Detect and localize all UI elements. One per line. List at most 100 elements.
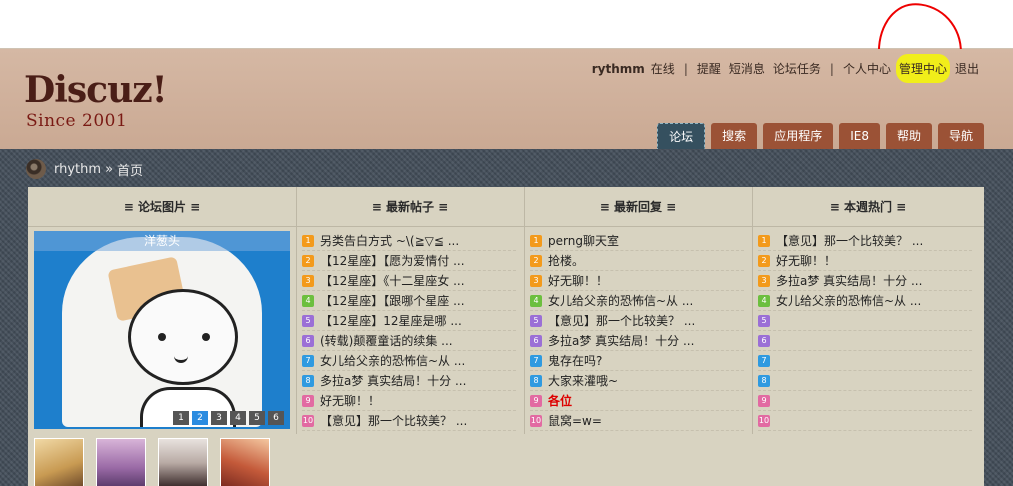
rank-10-icon: 10 xyxy=(302,414,314,427)
list-item: 3 多拉a梦 真实结局！十分 ... xyxy=(758,271,972,291)
list-item: 6 多拉a梦 真实结局！十分 ... xyxy=(530,331,744,351)
carousel-page[interactable]: 5 xyxy=(249,411,265,425)
messages-link[interactable]: 短消息 xyxy=(729,60,765,77)
image-thumbnails xyxy=(34,438,282,486)
username-link[interactable]: rythmm xyxy=(592,62,645,76)
breadcrumb-current: 首页 xyxy=(117,163,144,179)
top-blank-area xyxy=(0,0,1013,49)
rank-7-icon: 7 xyxy=(758,354,770,367)
rank-2-icon: 2 xyxy=(302,254,314,267)
main-nav: 论坛 搜索 应用程序 IE8 帮助 导航 xyxy=(651,123,984,149)
rank-6-icon: 6 xyxy=(530,334,542,347)
header-forum-images: ≡ 论坛图片 ≡ xyxy=(28,187,296,227)
rank-10-icon: 10 xyxy=(530,414,542,427)
tab-search[interactable]: 搜索 xyxy=(711,123,758,149)
rank-7-icon: 7 xyxy=(302,354,314,367)
carousel-page-active[interactable]: 2 xyxy=(192,411,208,425)
rank-8-icon: 8 xyxy=(758,374,770,387)
online-status[interactable]: 在线 xyxy=(651,60,675,77)
admin-center-link[interactable]: 管理中心 xyxy=(895,54,950,83)
logout-link[interactable]: 退出 xyxy=(955,60,979,77)
rank-2-icon: 2 xyxy=(758,254,770,267)
list-item: 4 女儿给父亲的恐怖信~从 ... xyxy=(530,291,744,311)
carousel-caption[interactable]: 洋葱头 xyxy=(34,231,290,251)
rank-1-icon: 1 xyxy=(758,234,770,247)
header-hot: ≡ 本週热门 ≡ xyxy=(752,187,984,227)
list-item: 7 xyxy=(758,351,972,371)
list-item: 9 好无聊！！ xyxy=(302,391,516,411)
tab-help[interactable]: 帮助 xyxy=(885,123,932,149)
rank-6-icon: 6 xyxy=(302,334,314,347)
rank-1-icon: 1 xyxy=(302,234,314,247)
user-bar: rythmm 在线 | 提醒 短消息 论坛任务 | 个人中心 管理中心 退出 xyxy=(592,54,979,83)
thumbnail-image[interactable] xyxy=(220,438,270,486)
carousel-page[interactable]: 1 xyxy=(173,411,189,425)
list-item: 5 xyxy=(758,311,972,331)
list-item: 2 好无聊！！ xyxy=(758,251,972,271)
thumbnail-image[interactable] xyxy=(158,438,208,486)
tab-forum[interactable]: 论坛 xyxy=(657,123,706,149)
tab-ie8[interactable]: IE8 xyxy=(839,123,880,149)
rank-4-icon: 4 xyxy=(530,294,542,307)
rank-9-icon: 9 xyxy=(758,394,770,407)
rank-8-icon: 8 xyxy=(530,374,542,387)
rank-3-icon: 3 xyxy=(758,274,770,287)
list-item: 8 大家来灌哦~ xyxy=(530,371,744,391)
portal-panel: ≡ 论坛图片 ≡ ≡ 最新帖子 ≡ ≡ 最新回复 ≡ ≡ 本週热门 ≡ 洋葱头 … xyxy=(28,187,984,486)
list-item: 4 【12星座】【跟哪个星座 ... xyxy=(302,291,516,311)
new-posts-list: 1 另类告白方式 ~\(≧▽≦ ... 2 【12星座】【愿为爱情付 ... 3 【1… xyxy=(302,231,516,431)
list-item: 9 xyxy=(758,391,972,411)
list-item: 8 xyxy=(758,371,972,391)
rank-4-icon: 4 xyxy=(758,294,770,307)
list-item: 7 女儿给父亲的恐怖信~从 ... xyxy=(302,351,516,371)
list-item: 4 女儿给父亲的恐怖信~从 ... xyxy=(758,291,972,311)
list-item: 3 好无聊！！ xyxy=(530,271,744,291)
rank-8-icon: 8 xyxy=(302,374,314,387)
rank-3-icon: 3 xyxy=(530,274,542,287)
list-item: 6 (转载)颠覆童话的续集 ... xyxy=(302,331,516,351)
carousel-page[interactable]: 6 xyxy=(268,411,284,425)
list-item: 1 【意见】那一个比较美？ ... xyxy=(758,231,972,251)
carousel-page[interactable]: 3 xyxy=(211,411,227,425)
carousel-image[interactable] xyxy=(62,237,262,427)
breadcrumb-site[interactable]: rhythm xyxy=(54,162,101,177)
reminder-link[interactable]: 提醒 xyxy=(697,60,721,77)
logo-since: Since 2001 xyxy=(26,111,128,131)
list-item: 5 【意见】那一个比较美？ ... xyxy=(530,311,744,331)
rank-7-icon: 7 xyxy=(530,354,542,367)
home-icon[interactable] xyxy=(26,159,46,179)
list-item: 10 鼠窝=w= xyxy=(530,411,744,431)
list-item: 8 多拉a梦 真实结局！十分 ... xyxy=(302,371,516,391)
rank-10-icon: 10 xyxy=(758,414,770,427)
rank-6-icon: 6 xyxy=(758,334,770,347)
header-new-replies: ≡ 最新回复 ≡ xyxy=(524,187,752,227)
tasks-link[interactable]: 论坛任务 xyxy=(773,60,821,77)
rank-5-icon: 5 xyxy=(758,314,770,327)
list-item: 6 xyxy=(758,331,972,351)
image-carousel[interactable]: 洋葱头 1 2 3 4 5 6 xyxy=(34,231,290,429)
rank-5-icon: 5 xyxy=(530,314,542,327)
breadcrumb: rhythm » 首页 xyxy=(26,159,143,179)
thumbnail-image[interactable] xyxy=(34,438,84,486)
carousel-page[interactable]: 4 xyxy=(230,411,246,425)
tab-apps[interactable]: 应用程序 xyxy=(763,123,834,149)
thumbnail-image[interactable] xyxy=(96,438,146,486)
rank-4-icon: 4 xyxy=(302,294,314,307)
rank-1-icon: 1 xyxy=(530,234,542,247)
list-item: 2 【12星座】【愿为爱情付 ... xyxy=(302,251,516,271)
list-item: 2 抢楼。 xyxy=(530,251,744,271)
header-new-posts: ≡ 最新帖子 ≡ xyxy=(296,187,524,227)
breadcrumb-separator: » xyxy=(105,161,114,177)
hot-list: 1 【意见】那一个比较美？ ... 2 好无聊！！ 3 多拉a梦 真实结局！十分 ..… xyxy=(758,231,972,431)
logo[interactable]: Discuz! xyxy=(24,69,168,111)
list-item: 3 【12星座】《十二星座女 ... xyxy=(302,271,516,291)
list-item: 9 各位 xyxy=(530,391,744,411)
list-item: 7 鬼存在吗? xyxy=(530,351,744,371)
tab-navigation[interactable]: 导航 xyxy=(937,123,984,149)
carousel-pager: 1 2 3 4 5 6 xyxy=(170,411,284,425)
rank-9-icon: 9 xyxy=(302,394,314,407)
profile-center-link[interactable]: 个人中心 xyxy=(843,60,891,77)
list-item: 1 另类告白方式 ~\(≧▽≦ ... xyxy=(302,231,516,251)
list-item: 10 【意见】那一个比较美？ ... xyxy=(302,411,516,431)
rank-5-icon: 5 xyxy=(302,314,314,327)
